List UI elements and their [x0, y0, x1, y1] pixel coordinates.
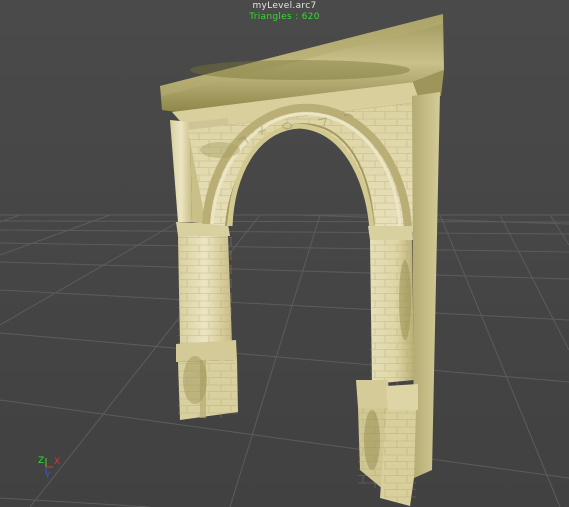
scene-file-name: myLevel.arc7	[252, 1, 317, 11]
gizmo-z-label: Z	[38, 456, 45, 466]
right-impost	[368, 226, 413, 240]
gizmo-x-label: X	[54, 457, 61, 467]
3d-viewport[interactable]: myLevel.arc7 Triangles : 620 Z X Y	[0, 0, 569, 507]
gizmo-y-label: Y	[45, 471, 51, 481]
triangle-count: Triangles : 620	[249, 12, 320, 22]
scene-render[interactable]	[0, 0, 569, 507]
